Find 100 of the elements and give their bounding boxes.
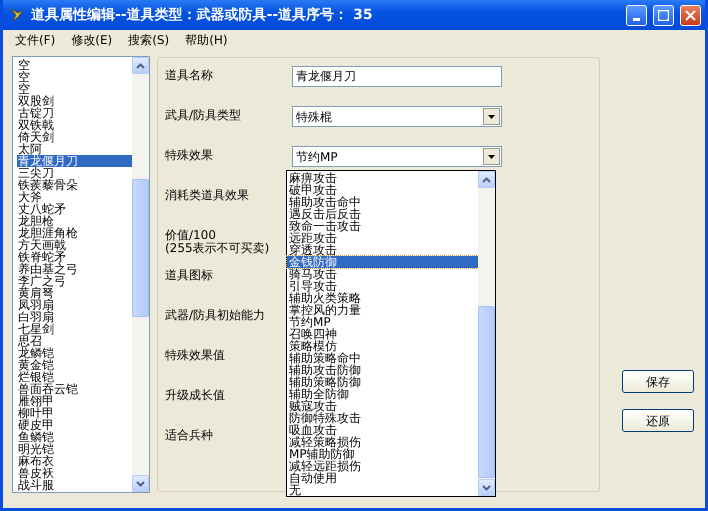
- action-button[interactable]: 保存: [622, 370, 694, 393]
- dropdown-option[interactable]: 吸血攻击: [287, 424, 478, 436]
- dropdown-option[interactable]: 贼寇攻击: [287, 400, 478, 412]
- field-label: 价值/100: [165, 228, 216, 242]
- list-item[interactable]: 硬皮甲: [17, 419, 132, 431]
- combo-box[interactable]: 特殊棍: [292, 106, 502, 127]
- list-item[interactable]: 凤羽扇: [17, 299, 132, 311]
- dropdown-option[interactable]: 远距攻击: [287, 232, 478, 244]
- list-item[interactable]: 烂银铠: [17, 371, 132, 383]
- dropdown-option[interactable]: 穿透攻击: [287, 244, 478, 256]
- list-item[interactable]: 龙胆涯角枪: [17, 227, 132, 239]
- list-item[interactable]: 七星剑: [17, 323, 132, 335]
- list-item[interactable]: 雁翎甲: [17, 395, 132, 407]
- scroll-thumb[interactable]: [132, 179, 149, 317]
- dropdown-option[interactable]: 遇反击后反击: [287, 208, 478, 220]
- dropdown-option[interactable]: 金钱防御: [287, 256, 478, 268]
- dropdown-option[interactable]: 辅助火类策略: [287, 292, 478, 304]
- dropdown-option[interactable]: 策略模仿: [287, 340, 478, 352]
- list-item[interactable]: 空: [17, 59, 132, 71]
- list-item[interactable]: 古锭刀: [17, 107, 132, 119]
- dropdown-option[interactable]: 召唤四神: [287, 328, 478, 340]
- dropdown-option[interactable]: 掌控风的力量: [287, 304, 478, 316]
- list-item[interactable]: 双股剑: [17, 95, 132, 107]
- scrollbar[interactable]: [478, 171, 495, 496]
- field-label: 特殊效果值: [165, 347, 226, 361]
- dropdown-option[interactable]: 辅助攻击防御: [287, 364, 478, 376]
- list-item[interactable]: 空: [17, 71, 132, 83]
- dropdown-icon[interactable]: [483, 148, 500, 165]
- scroll-up-button[interactable]: [132, 57, 149, 74]
- minimize-icon: [633, 18, 640, 20]
- list-item[interactable]: 兽皮袄: [17, 467, 132, 479]
- scrollbar[interactable]: [132, 57, 149, 492]
- field-label: 武具/防具类型: [165, 107, 242, 121]
- dropdown-option[interactable]: 减轻远距损伤: [287, 460, 478, 472]
- text-field[interactable]: 青龙偃月刀: [292, 66, 502, 87]
- scroll-down-button[interactable]: [132, 475, 149, 492]
- minimize-button[interactable]: [626, 4, 647, 26]
- dropdown-option[interactable]: 骑马攻击: [287, 268, 478, 280]
- list-item[interactable]: 双铁戟: [17, 119, 132, 131]
- list-item[interactable]: 养由基之弓: [17, 263, 132, 275]
- close-icon: [685, 10, 696, 20]
- combo-box[interactable]: 节约MP: [292, 146, 502, 167]
- dropdown-option[interactable]: 辅助全防御: [287, 388, 478, 400]
- dropdown-option[interactable]: 无: [287, 484, 478, 496]
- list-item[interactable]: 兽面吞云铠: [17, 383, 132, 395]
- scroll-up-button[interactable]: [478, 171, 495, 188]
- list-item[interactable]: 铁蒺藜骨朵: [17, 179, 132, 191]
- field-label: 武器/防具初始能力: [165, 307, 266, 321]
- field-label: 道具名称: [165, 67, 214, 81]
- list-item[interactable]: 大斧: [17, 191, 132, 203]
- list-item[interactable]: 青龙偃月刀: [17, 155, 132, 167]
- menu-item[interactable]: 修改(E): [63, 34, 120, 46]
- list-item[interactable]: 白羽扇: [17, 311, 132, 323]
- list-item[interactable]: 丈八蛇矛: [17, 203, 132, 215]
- list-item[interactable]: 三尖刀: [17, 167, 132, 179]
- list-item[interactable]: 思召: [17, 335, 132, 347]
- maximize-icon: [658, 10, 669, 20]
- scroll-down-button[interactable]: [478, 479, 495, 496]
- maximize-button[interactable]: [653, 4, 674, 26]
- chevron-down-icon: [136, 480, 145, 486]
- list-item[interactable]: 铁脊蛇矛: [17, 251, 132, 263]
- list-item[interactable]: 龙胆枪: [17, 215, 132, 227]
- list-item[interactable]: 方天画戟: [17, 239, 132, 251]
- dropdown-option[interactable]: MP辅助防御: [287, 448, 478, 460]
- list-item[interactable]: 黄肩弩: [17, 287, 132, 299]
- list-item[interactable]: 李广之弓: [17, 275, 132, 287]
- field-label: 消耗类道具效果: [165, 187, 250, 201]
- dropdown-option[interactable]: 减轻策略损伤: [287, 436, 478, 448]
- list-item[interactable]: 空: [17, 83, 132, 95]
- list-item[interactable]: 明光铠: [17, 443, 132, 455]
- dropdown-icon[interactable]: [483, 108, 500, 125]
- list-item[interactable]: 黄金铠: [17, 359, 132, 371]
- menu-item[interactable]: 帮助(H): [177, 34, 236, 46]
- dropdown-option[interactable]: 引导攻击: [287, 280, 478, 292]
- menu-item[interactable]: 文件(F): [7, 34, 64, 46]
- app-icon: [9, 7, 25, 23]
- dropdown-option[interactable]: 致命一击攻击: [287, 220, 478, 232]
- chevron-up-icon: [136, 62, 145, 68]
- action-button[interactable]: 还原: [622, 409, 694, 432]
- dropdown-option[interactable]: 防御特殊攻击: [287, 412, 478, 424]
- list-item[interactable]: 倚天剑: [17, 131, 132, 143]
- dropdown-option[interactable]: 节约MP: [287, 316, 478, 328]
- menu-item[interactable]: 搜索(S): [120, 34, 178, 46]
- chevron-down-icon: [482, 484, 491, 490]
- list-item[interactable]: 太阿: [17, 143, 132, 155]
- list-item[interactable]: 战斗服: [17, 479, 132, 491]
- window-title: 道具属性编辑--道具类型：武器或防具--道具序号： 35: [31, 9, 374, 21]
- close-button[interactable]: [680, 4, 701, 26]
- list-item[interactable]: 鱼鳞铠: [17, 431, 132, 443]
- dropdown-option[interactable]: 破甲攻击: [287, 184, 478, 196]
- dropdown-option[interactable]: 辅助策略防御: [287, 376, 478, 388]
- list-item[interactable]: 麻布衣: [17, 455, 132, 467]
- field-label: 适合兵种: [165, 427, 214, 441]
- scroll-thumb[interactable]: [478, 306, 495, 478]
- list-item[interactable]: 柳叶甲: [17, 407, 132, 419]
- list-item[interactable]: 龙鳞铠: [17, 347, 132, 359]
- dropdown-option[interactable]: 辅助策略命中: [287, 352, 478, 364]
- dropdown-option[interactable]: 麻痹攻击: [287, 172, 478, 184]
- dropdown-option[interactable]: 自动使用: [287, 472, 478, 484]
- dropdown-option[interactable]: 辅助攻击命中: [287, 196, 478, 208]
